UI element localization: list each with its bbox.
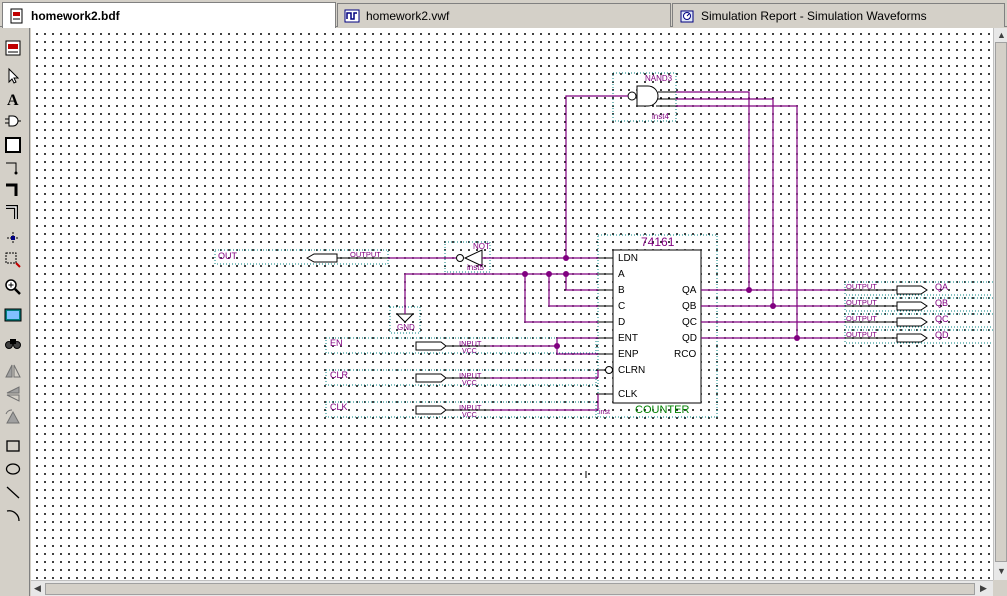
symbol-tool-icon[interactable] [3, 111, 23, 131]
counter-pin-enp: ENP [618, 349, 639, 360]
scroll-corner [993, 580, 1007, 596]
scroll-up-icon[interactable]: ▲ [997, 30, 1006, 40]
output-pin-out[interactable]: OUT OUTPUT [214, 249, 389, 265]
counter-pin-qc: QC [682, 317, 697, 328]
flip-vertical-icon[interactable] [3, 384, 23, 404]
nand3-gate[interactable]: NAND3 inst4 [612, 72, 677, 122]
counter-pin-b: B [618, 285, 625, 296]
counter-pin-ldn: LDN [618, 253, 638, 264]
block-tool-icon[interactable] [3, 135, 23, 155]
output-pin-name: OUT [218, 251, 238, 261]
tab-homework2-vwf[interactable]: homework2.vwf [337, 3, 671, 27]
orthogonal-node-tool-icon[interactable] [3, 158, 23, 178]
horizontal-scrollbar[interactable]: ◀ ▶ [31, 580, 993, 596]
orthogonal-bus-tool-icon[interactable] [3, 180, 23, 200]
use-rubberbanding-icon[interactable] [3, 228, 23, 248]
counter-pin-clk: CLK [618, 389, 638, 400]
output-pin-name: QD [935, 330, 949, 340]
not-instance-label: inst5 [467, 263, 484, 272]
input-pin-default: VCC [462, 380, 477, 387]
waveform-icon [344, 8, 360, 24]
counter-pin-clrn: CLRN [618, 365, 645, 376]
input-pin-type: INPUT [459, 339, 482, 348]
output-pin-name: QC [935, 314, 949, 324]
orthogonal-conduit-tool-icon[interactable] [3, 203, 23, 223]
output-pin-qb[interactable]: OUTPUT QB [844, 297, 993, 312]
partial-line-selection-icon[interactable] [3, 250, 23, 270]
not-type-label: NOT [473, 242, 490, 251]
selection-tool-icon[interactable] [3, 66, 23, 86]
rotate-left-icon[interactable] [3, 407, 23, 427]
horizontal-scroll-thumb[interactable] [45, 583, 975, 595]
counter-74161[interactable]: 74161 COUNTER inst LDN A B C D ENT ENP C… [597, 234, 718, 418]
tab-label: Simulation Report - Simulation Waveforms [701, 8, 927, 23]
output-pin-name: QA [935, 282, 948, 292]
rectangle-tool-icon[interactable] [3, 436, 23, 456]
output-pin-name: QB [935, 298, 948, 308]
flip-horizontal-icon[interactable] [3, 361, 23, 381]
output-pin-type: OUTPUT [350, 250, 381, 259]
counter-category-label: COUNTER [635, 404, 689, 416]
vertical-scrollbar[interactable]: ▲ ▼ [993, 28, 1007, 580]
svg-text:A: A [7, 92, 19, 108]
counter-pin-rco: RCO [674, 349, 696, 360]
zoom-tool-icon[interactable] [3, 277, 23, 297]
scroll-left-icon[interactable]: ◀ [34, 583, 41, 594]
tab-simulation-report[interactable]: Simulation Report - Simulation Waveforms [672, 3, 1005, 27]
scroll-down-icon[interactable]: ▼ [997, 566, 1006, 576]
input-pin-name: CLK [330, 402, 348, 412]
report-icon [679, 8, 695, 24]
nand3-instance-label: inst4 [652, 112, 669, 121]
find-icon[interactable] [3, 333, 23, 353]
tab-homework2-bdf[interactable]: homework2.bdf [2, 2, 336, 28]
counter-pin-qa: QA [682, 285, 697, 296]
block-editor-toolbar: A [0, 28, 30, 596]
counter-pin-c: C [618, 301, 625, 312]
text-tool-icon[interactable]: A [3, 89, 23, 109]
oval-tool-icon[interactable] [3, 459, 23, 479]
block-diagram-icon [9, 8, 25, 24]
line-tool-icon[interactable] [3, 482, 23, 502]
input-pin-default: VCC [462, 412, 477, 419]
nand3-type-label: NAND3 [645, 74, 673, 83]
not-gate[interactable]: NOT inst5 [444, 241, 491, 273]
input-pin-name: EN [330, 338, 343, 348]
vertical-scroll-thumb[interactable] [995, 42, 1007, 562]
tab-label: homework2.bdf [31, 8, 120, 23]
input-pin-default: VCC [462, 348, 477, 355]
counter-pin-qb: QB [682, 301, 697, 312]
schematic-canvas[interactable]: NAND3 inst4 NOT inst5 GND 74161 COUNTER … [31, 28, 993, 580]
input-pin-type: INPUT [459, 371, 482, 380]
tab-label: homework2.vwf [366, 8, 450, 23]
counter-instance-label: inst [599, 409, 610, 416]
scroll-right-icon[interactable]: ▶ [980, 583, 987, 594]
counter-pin-d: D [618, 317, 625, 328]
input-pin-type: INPUT [459, 403, 482, 412]
gnd-label: GND [397, 323, 415, 332]
block-diagram-icon[interactable] [3, 38, 23, 58]
counter-pin-qd: QD [682, 333, 697, 344]
output-pin-qd[interactable]: OUTPUT QD [844, 329, 993, 344]
output-pin-qa[interactable]: OUTPUT QA [844, 281, 993, 296]
counter-part-label: 74161 [641, 235, 675, 249]
arc-tool-icon[interactable] [3, 505, 23, 525]
counter-pin-ent: ENT [618, 333, 638, 344]
document-tab-bar: homework2.bdf homework2.vwf Simulation R… [0, 0, 1007, 28]
input-pin-name: CLR [330, 370, 349, 380]
full-screen-icon[interactable] [3, 305, 23, 325]
output-pin-qc[interactable]: OUTPUT QC [844, 313, 993, 328]
counter-pin-a: A [618, 269, 625, 280]
